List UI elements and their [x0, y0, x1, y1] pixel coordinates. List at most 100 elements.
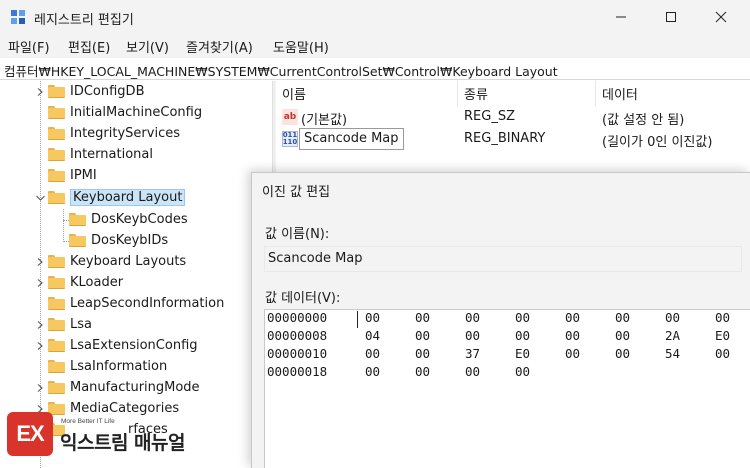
tree-item-label: LsaInformation [70, 359, 168, 374]
hex-byte[interactable]: 00 [415, 328, 430, 343]
tree-item-keyboard-layouts[interactable]: Keyboard Layouts [32, 251, 186, 272]
value-row-scancode-map[interactable]: 011 110 Scancode Map REG_BINARY (길이가 0인 이… [276, 128, 750, 150]
value-data: (값 설정 안 됨) [602, 113, 685, 128]
close-button[interactable] [696, 0, 746, 34]
tree-item-international[interactable]: International [32, 144, 153, 165]
folder-icon [48, 191, 65, 204]
tree-item-doskeybcodes[interactable]: DosKeybCodes [69, 209, 188, 230]
maximize-button[interactable] [646, 0, 696, 34]
tree-item-idconfigdb[interactable]: IDConfigDB [32, 81, 144, 102]
tree-item-lsa[interactable]: Lsa [32, 314, 92, 335]
menu-favorites[interactable]: 즐겨찾기(A) [186, 37, 253, 56]
hex-byte[interactable]: 00 [465, 328, 480, 343]
hex-byte[interactable]: 00 [615, 310, 630, 325]
address-path[interactable]: 컴퓨터₩HKEY_LOCAL_MACHINE₩SYSTEM₩CurrentCon… [4, 61, 558, 80]
minimize-icon [616, 16, 626, 18]
menu-bar: 파일(F) 편집(E) 보기(V) 즐겨찾기(A) 도움말(H) [0, 34, 750, 58]
tree-item-integrityservices[interactable]: IntegrityServices [32, 123, 180, 144]
hex-row[interactable]: 00000018 00 00 00 00 [265, 364, 750, 382]
value-name: Scancode Map [299, 128, 404, 150]
address-bar[interactable]: 컴퓨터₩HKEY_LOCAL_MACHINE₩SYSTEM₩CurrentCon… [0, 58, 750, 80]
chevron-right-icon[interactable] [32, 81, 48, 102]
binary-value-icon: 011 110 [282, 131, 298, 147]
folder-icon [48, 381, 65, 394]
hex-byte[interactable]: 00 [715, 310, 730, 325]
tree-item-leapsecondinformation[interactable]: LeapSecondInformation [32, 293, 224, 314]
column-header-label: 종류 [464, 88, 488, 103]
hex-byte[interactable]: 00 [415, 364, 430, 379]
hex-byte[interactable]: 00 [665, 310, 680, 325]
tree-item-manufacturingmode[interactable]: ManufacturingMode [32, 377, 200, 398]
tree-item-label: DosKeybIDs [91, 233, 169, 248]
tree-item-kloader[interactable]: KLoader [32, 272, 123, 293]
hex-byte[interactable]: 54 [665, 346, 680, 361]
menu-file[interactable]: 파일(F) [8, 37, 50, 56]
hex-row[interactable]: 00000010 00 00 37 E0 00 00 54 00 [265, 346, 750, 364]
hex-byte[interactable]: 04 [365, 328, 380, 343]
hex-row[interactable]: 00000008 04 00 00 00 00 00 2A E0 [265, 328, 750, 346]
tree-item-keyboard-layout[interactable]: Keyboard Layout [32, 187, 186, 208]
registry-app-icon [11, 10, 25, 24]
tree-item-label: KLoader [70, 275, 124, 290]
value-name-label: 값 이름(N): [265, 227, 330, 242]
chevron-right-icon[interactable] [32, 335, 48, 356]
tree-item-label: ManufacturingMode [70, 380, 200, 395]
hex-byte[interactable]: 37 [465, 346, 480, 361]
hex-row[interactable]: 00000000 00 00 00 00 00 00 00 00 [265, 310, 750, 328]
site-tagline: More Better IT Life [61, 418, 115, 425]
chevron-right-icon[interactable] [32, 251, 48, 272]
folder-icon [48, 339, 65, 352]
chevron-right-icon[interactable] [32, 377, 48, 398]
hex-byte[interactable]: 00 [565, 328, 580, 343]
menu-edit[interactable]: 편집(E) [68, 37, 110, 56]
hex-byte[interactable]: 2A [665, 328, 680, 343]
tree-item-ipmi[interactable]: IPMI [32, 165, 97, 186]
tree-item-initialmachineconfig[interactable]: InitialMachineConfig [32, 102, 202, 123]
hex-byte[interactable]: 00 [415, 346, 430, 361]
edit-binary-value-dialog[interactable]: 이진 값 편집 값 이름(N): Scancode Map 값 데이터(V): … [251, 172, 750, 468]
chevron-down-icon[interactable] [32, 187, 48, 208]
folder-icon [69, 234, 86, 247]
hex-byte[interactable]: 00 [365, 346, 380, 361]
minimize-button[interactable] [596, 0, 646, 34]
hex-byte[interactable]: 00 [515, 310, 530, 325]
folder-icon [48, 85, 65, 98]
chevron-right-icon[interactable] [32, 272, 48, 293]
hex-byte[interactable]: 00 [715, 346, 730, 361]
column-header-name[interactable]: 이름 [276, 81, 458, 106]
hex-byte[interactable]: 00 [515, 364, 530, 379]
value-name-field[interactable]: Scancode Map [264, 246, 742, 272]
tree-item-label: International [70, 147, 153, 162]
menu-view[interactable]: 보기(V) [126, 37, 169, 56]
tree-item-label: IntegrityServices [70, 126, 180, 141]
hex-byte[interactable]: 00 [465, 310, 480, 325]
hex-byte[interactable]: 00 [465, 364, 480, 379]
hex-byte[interactable]: E0 [715, 328, 730, 343]
menu-help[interactable]: 도움말(H) [273, 37, 329, 56]
hex-address: 00000018 [267, 364, 328, 379]
column-header-data[interactable]: 데이터 [596, 81, 750, 106]
hex-byte[interactable]: 00 [565, 310, 580, 325]
tree-item-label: DosKeybCodes [91, 212, 188, 227]
column-header-label: 데이터 [602, 88, 638, 103]
hex-byte[interactable]: 00 [615, 346, 630, 361]
hex-byte[interactable]: E0 [515, 346, 530, 361]
column-header-type[interactable]: 종류 [458, 81, 596, 106]
chevron-right-icon[interactable] [32, 314, 48, 335]
hex-byte[interactable]: 00 [515, 328, 530, 343]
site-logo: EX [7, 412, 53, 456]
folder-icon [48, 169, 65, 182]
hex-byte[interactable]: 00 [565, 346, 580, 361]
hex-byte[interactable]: 00 [365, 310, 380, 325]
tree-item-doskeybids[interactable]: DosKeybIDs [69, 230, 168, 251]
hex-editor[interactable]: 00000000 00 00 00 00 00 00 00 00 0000000… [264, 309, 750, 468]
hex-byte[interactable]: 00 [615, 328, 630, 343]
folder-icon [48, 360, 65, 373]
folder-icon [48, 276, 65, 289]
value-row-default[interactable]: ab (기본값) REG_SZ (값 설정 안 됨) [276, 106, 750, 128]
tree-item-lsaextensionconfig[interactable]: LsaExtensionConfig [32, 335, 198, 356]
tree-item-lsainformation[interactable]: LsaInformation [32, 356, 167, 377]
folder-icon [48, 318, 65, 331]
hex-byte[interactable]: 00 [415, 310, 430, 325]
hex-byte[interactable]: 00 [365, 364, 380, 379]
